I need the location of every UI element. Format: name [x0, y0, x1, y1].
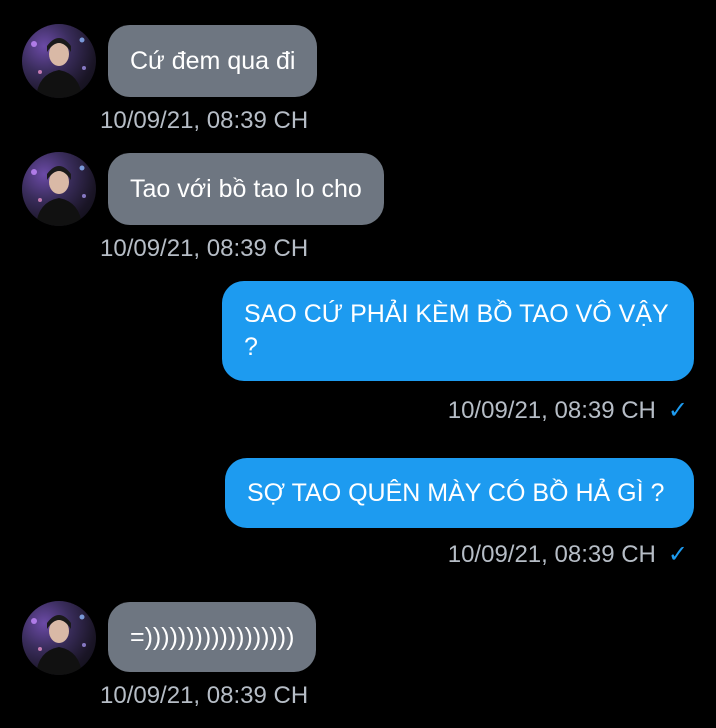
message-text: Tao với bồ tao lo cho — [130, 174, 362, 203]
message-text: SAO CỨ PHẢI KÈM BỒ TAO VÔ VẬY ? — [244, 300, 669, 361]
message-text: =)))))))))))))))))) — [130, 622, 295, 651]
message-timestamp: 10/09/21, 08:39 CH — [100, 682, 309, 709]
message-text: SỢ TAO QUÊN MÀY CÓ BỒ HẢ GÌ ? — [247, 478, 665, 507]
message-meta: 10/09/21, 08:39 CH ✓ — [448, 540, 688, 569]
checkmark-icon: ✓ — [667, 541, 688, 568]
checkmark-icon: ✓ — [667, 397, 688, 424]
message-timestamp: 10/09/21, 08:39 CH — [447, 540, 656, 568]
message-timestamp: 10/09/21, 08:39 CH — [447, 396, 656, 424]
avatar[interactable] — [22, 152, 96, 226]
message-timestamp: 10/09/21, 08:39 CH — [100, 235, 309, 262]
avatar[interactable] — [22, 601, 96, 675]
message-text: Cứ đem qua đi — [130, 46, 296, 75]
message-bubble[interactable]: Cứ đem qua đi — [108, 25, 318, 97]
avatar[interactable] — [22, 24, 96, 98]
message-bubble[interactable]: SỢ TAO QUÊN MÀY CÓ BỒ HẢ GÌ ? — [225, 458, 694, 528]
message-bubble[interactable]: Tao với bồ tao lo cho — [108, 153, 384, 225]
message-meta: 10/09/21, 08:39 CH ✓ — [448, 396, 688, 425]
message-bubble[interactable]: =)))))))))))))))))) — [108, 602, 317, 672]
message-bubble[interactable]: SAO CỨ PHẢI KÈM BỒ TAO VÔ VẬY ? — [222, 281, 694, 381]
message-timestamp: 10/09/21, 08:39 CH — [100, 107, 309, 134]
